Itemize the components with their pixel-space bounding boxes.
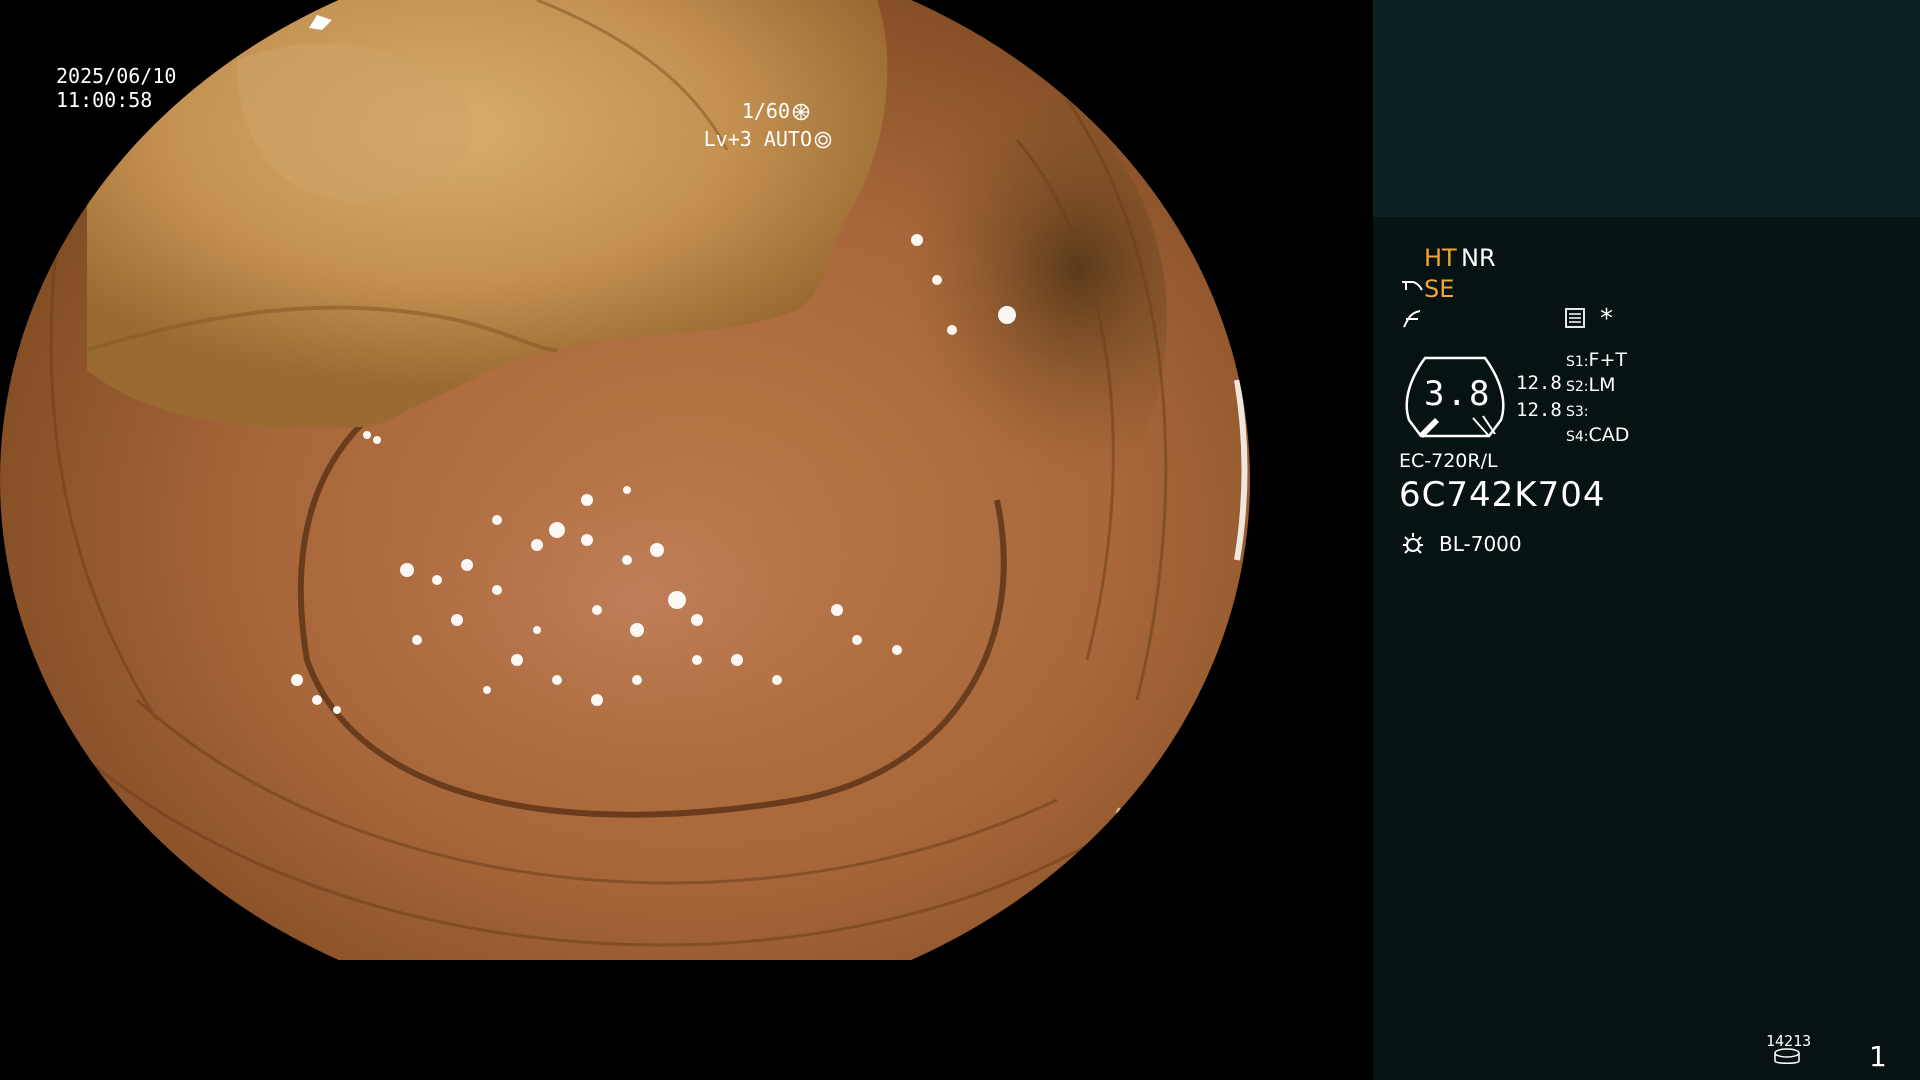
endoscope-video-area: 2025/06/10 11:00:58 1/60 Lv+3 AUTO bbox=[0, 0, 1373, 1080]
slot-s3: S3: bbox=[1566, 399, 1589, 421]
slot-s2-key: S2: bbox=[1566, 379, 1589, 395]
osd-level-value: Lv+3 AUTO bbox=[703, 127, 812, 151]
light-source-model: BL-7000 bbox=[1439, 532, 1522, 556]
panel-header-area bbox=[1373, 0, 1920, 217]
slot-s3-key: S3: bbox=[1566, 404, 1589, 420]
slot-s4: S4:CAD bbox=[1566, 424, 1629, 446]
light-source-icon bbox=[1403, 533, 1423, 554]
enhancement-icon bbox=[1403, 310, 1421, 328]
slot-s1: S1:F+T bbox=[1566, 349, 1627, 371]
osd-shutter-value: 1/60 bbox=[741, 99, 790, 123]
osd-level: Lv+3 AUTO bbox=[704, 127, 832, 151]
document-icon bbox=[1565, 308, 1585, 328]
slot-s1-value: F+T bbox=[1588, 349, 1627, 371]
osd-shutter: 1/60 bbox=[742, 99, 810, 123]
iris-auto-icon bbox=[814, 131, 832, 149]
focal-value-1: 12.8 bbox=[1516, 372, 1562, 394]
shutter-icon bbox=[792, 103, 810, 121]
slot-s2: S2:LM bbox=[1566, 374, 1616, 396]
osd-date: 2025/06/10 bbox=[56, 64, 177, 88]
nr-mode-label: NR bbox=[1461, 244, 1496, 272]
slot-s4-value: CAD bbox=[1588, 424, 1630, 446]
status-panel: HT NR SE * 3.8 12.8 12.8 S1:F+T S2:LM S3… bbox=[1373, 0, 1920, 1080]
ht-mode-label: HT bbox=[1424, 244, 1457, 272]
scope-serial: 6C742K704 bbox=[1399, 475, 1606, 515]
star-marker: * bbox=[1600, 304, 1613, 334]
zoom-value: 3.8 bbox=[1424, 374, 1492, 414]
slot-s1-key: S1: bbox=[1566, 354, 1589, 370]
scope-model: EC-720R/L bbox=[1399, 450, 1498, 472]
storage-disk-icon bbox=[1774, 1048, 1800, 1064]
page-number: 1 bbox=[1869, 1040, 1887, 1073]
endoscopic-image bbox=[0, 0, 1250, 960]
focal-value-2: 12.8 bbox=[1516, 399, 1562, 421]
osd-time: 11:00:58 bbox=[56, 88, 153, 112]
slot-s4-key: S4: bbox=[1566, 429, 1589, 445]
se-mode-label: SE bbox=[1424, 275, 1455, 303]
slot-s2-value: LM bbox=[1588, 374, 1616, 396]
scope-enhance-icon bbox=[1402, 281, 1423, 291]
